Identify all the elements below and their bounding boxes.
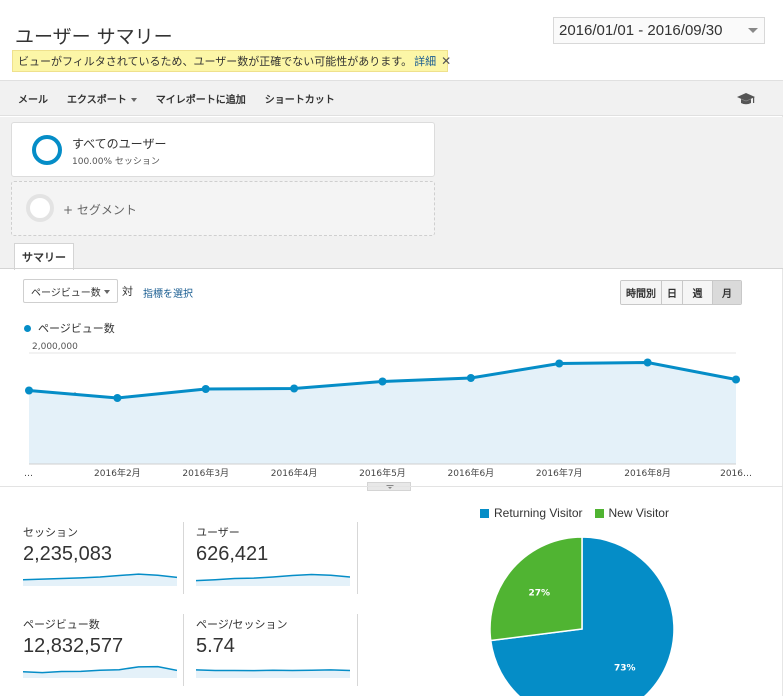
sparkline-area [23, 574, 177, 586]
close-icon[interactable]: ✕ [441, 54, 451, 68]
stat-value: 12,832,577 [23, 635, 124, 657]
section-divider [0, 486, 783, 487]
email-button[interactable]: メール [18, 91, 48, 106]
stat-label: ページビュー数 [23, 618, 100, 631]
pie-slice-label: 73% [614, 664, 636, 674]
data-point[interactable] [113, 394, 122, 402]
pageviews-line-chart: 2,000,0001,000,000…2016年2月2016年3月2016年4月… [24, 342, 752, 479]
add-segment-label: + セグメント [63, 203, 137, 217]
notice-details-link[interactable]: 詳細 [414, 53, 436, 69]
sparkline-line [196, 669, 350, 672]
caret-down-icon [130, 97, 137, 102]
metric-select-value: ページビュー数 [31, 287, 101, 299]
filter-notice: ビューがフィルタされているため、ユーザー数が正確でない可能性があります。 詳細 … [12, 50, 451, 72]
graduation-cap-icon[interactable] [737, 93, 755, 105]
stat-value: 626,421 [196, 543, 269, 565]
x-tick-label: 2016年7月 [536, 467, 583, 479]
segment-area: すべてのユーザー 100.00% セッション + セグメント サマリー [0, 117, 783, 270]
chevron-down-icon [748, 28, 758, 33]
stat-label: ユーザー [196, 526, 240, 539]
caret-down-icon [104, 290, 110, 294]
sparkline [23, 573, 177, 586]
sparkline-area [196, 574, 350, 586]
data-point[interactable] [201, 385, 210, 393]
stat-card[interactable]: ページ/セッション 5.74 [196, 616, 350, 678]
period-toggle: 時間別日週月 [620, 280, 742, 305]
period-button[interactable]: 月 [713, 281, 741, 304]
period-button[interactable]: 時間別 [621, 281, 662, 304]
legend-item[interactable]: New Visitor [594, 506, 669, 520]
shortcut-button[interactable]: ショートカット [265, 91, 335, 106]
report-header: ユーザー サマリー 2016/01/01 - 2016/09/30 ビューがフィ… [0, 0, 783, 80]
stat-card[interactable]: ページビュー数 12,832,577 [23, 616, 177, 678]
x-tick-label: 2016年3月 [182, 467, 229, 479]
data-point[interactable] [555, 359, 564, 368]
page-title: ユーザー サマリー [15, 26, 173, 48]
visitor-type-pie-chart: 73% 27% [489, 536, 675, 696]
data-point[interactable] [25, 386, 33, 395]
tab-summary[interactable]: サマリー [14, 243, 74, 270]
segment-name: すべてのユーザー [72, 137, 167, 151]
date-range-picker[interactable]: 2016/01/01 - 2016/09/30 [553, 17, 765, 44]
period-button[interactable]: 日 [662, 281, 683, 304]
sparkline [196, 669, 350, 678]
stat-label: セッション [23, 526, 78, 539]
add-to-dashboard-button[interactable]: マイレポートに追加 [156, 91, 246, 106]
sparkline [196, 573, 350, 586]
stat-card[interactable]: ユーザー 626,421 [196, 524, 350, 586]
y-tick-label: 2,000,000 [32, 342, 78, 352]
export-menu[interactable]: エクスポート [67, 91, 137, 106]
stat-value: 5.74 [196, 635, 235, 657]
date-range-text: 2016/01/01 - 2016/09/30 [559, 22, 723, 39]
x-tick-label: 2016年2月 [94, 467, 141, 479]
legend-item[interactable]: Returning Visitor [480, 506, 583, 520]
legend-swatch [594, 508, 604, 518]
stat-card[interactable]: セッション 2,235,083 [23, 524, 177, 586]
empty-segment-ring-icon [26, 194, 54, 222]
stats-divider [357, 614, 358, 686]
data-point[interactable] [732, 375, 740, 384]
x-tick-label: 2016… [720, 469, 752, 479]
add-segment-button[interactable]: + セグメント [11, 181, 435, 236]
pie-slice-label: 27% [528, 588, 550, 598]
x-tick-label: 2016年8月 [624, 467, 671, 479]
chart-legend-label: ページビュー数 [38, 322, 115, 335]
legend-label: New Visitor [608, 506, 669, 520]
data-point[interactable] [290, 384, 299, 393]
period-button[interactable]: 週 [683, 281, 713, 304]
x-tick-label: 2016年5月 [359, 467, 406, 479]
segment-sessions-share: 100.00% セッション [72, 157, 160, 167]
stats-divider [357, 522, 358, 594]
metric-select[interactable]: ページビュー数 [23, 279, 118, 303]
legend-swatch [480, 508, 489, 518]
stat-label: ページ/セッション [196, 618, 288, 631]
x-tick-label: 2016年4月 [271, 467, 318, 479]
stats-divider [183, 522, 184, 594]
versus-label: 対 [122, 285, 133, 298]
x-tick-label: … [24, 469, 33, 479]
pie-legend: Returning Visitor New Visitor [480, 506, 681, 520]
report-toolbar: メール エクスポート マイレポートに追加 ショートカット [0, 80, 783, 116]
legend-label: Returning Visitor [494, 506, 583, 520]
data-point[interactable] [378, 377, 387, 386]
stats-divider [183, 614, 184, 686]
notice-text: ビューがフィルタされているため、ユーザー数が正確でない可能性があります。 [18, 55, 413, 68]
choose-metric-link[interactable]: 指標を選択 [143, 285, 193, 300]
segment-all-users[interactable]: すべてのユーザー 100.00% セッション [11, 122, 435, 177]
data-point[interactable] [466, 374, 475, 382]
stat-value: 2,235,083 [23, 543, 112, 565]
data-point[interactable] [643, 358, 652, 367]
series-dot-icon [24, 324, 31, 332]
tab-divider [0, 268, 783, 269]
export-label: エクスポート [67, 94, 127, 106]
sparkline [23, 665, 177, 678]
chart-legend: ページビュー数 [24, 320, 115, 336]
segment-ring-icon [32, 135, 62, 165]
x-tick-label: 2016年6月 [448, 467, 495, 479]
